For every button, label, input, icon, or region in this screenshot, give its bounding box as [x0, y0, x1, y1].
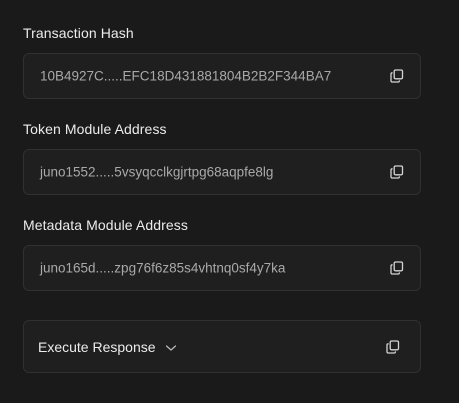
execute-response-toggle[interactable]: Execute Response — [38, 339, 177, 355]
token-module-address-label: Token Module Address — [23, 121, 167, 137]
transaction-hash-value: 10B4927C.....EFC18D431881804B2B2F344BA7 — [40, 68, 332, 84]
execute-response-label: Execute Response — [38, 338, 156, 355]
chevron-down-icon — [165, 341, 177, 353]
copy-icon[interactable] — [390, 165, 404, 179]
transaction-hash-label: Transaction Hash — [23, 25, 134, 41]
token-module-address-value: juno1552.....5vsyqcclkgjrtpg68aqpfe8lg — [40, 164, 274, 180]
metadata-module-address-field: juno165d.....zpg76f6z85s4vhtnq0sf4y7ka — [23, 245, 421, 291]
token-module-address-field: juno1552.....5vsyqcclkgjrtpg68aqpfe8lg — [23, 149, 421, 195]
copy-icon[interactable] — [386, 339, 400, 354]
copy-icon[interactable] — [390, 69, 404, 83]
transaction-hash-field: 10B4927C.....EFC18D431881804B2B2F344BA7 — [23, 53, 421, 99]
copy-icon[interactable] — [390, 261, 404, 275]
metadata-module-address-label: Metadata Module Address — [23, 217, 188, 233]
metadata-module-address-value: juno165d.....zpg76f6z85s4vhtnq0sf4y7ka — [40, 260, 286, 276]
execute-response-panel: Execute Response — [23, 320, 421, 373]
